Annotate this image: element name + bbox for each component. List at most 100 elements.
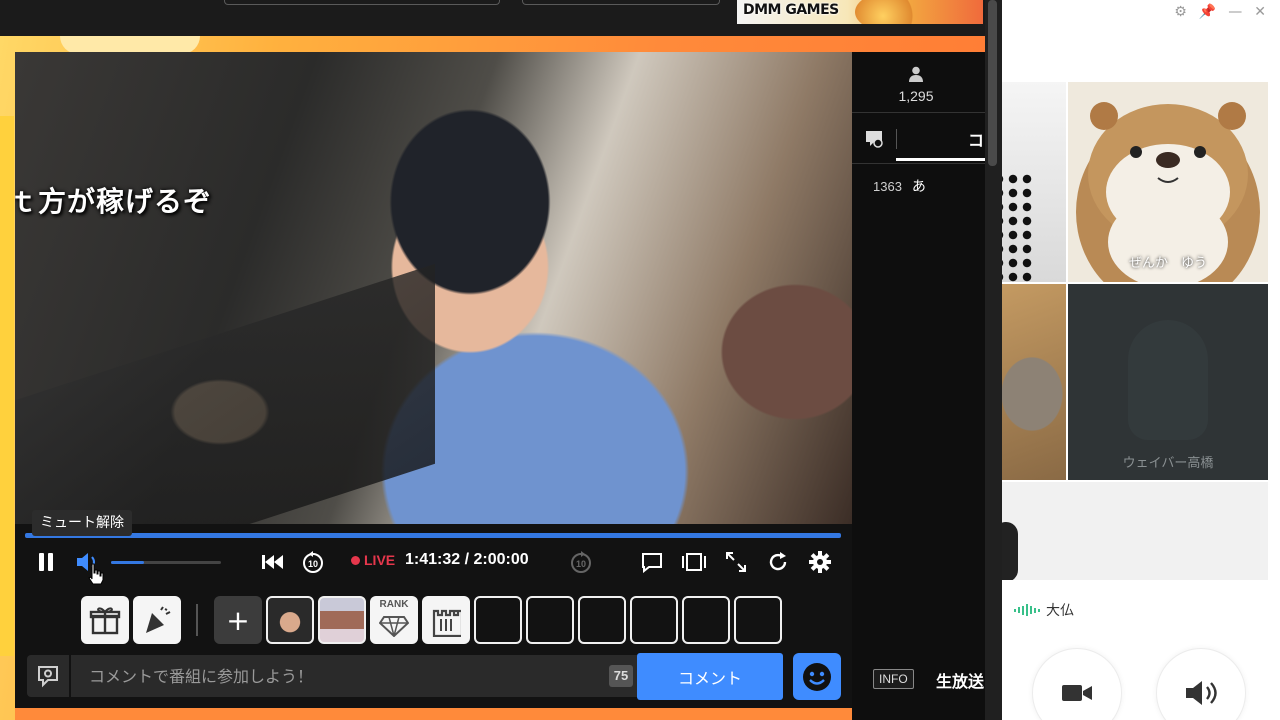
live-indicator: LIVE [351, 552, 395, 568]
comment-bar: 75 コメント [15, 652, 852, 708]
pin-icon[interactable]: 📌 [1199, 4, 1216, 20]
pause-icon [39, 553, 53, 571]
call-window-controls: ⚙ 📌 — ✕ [1174, 4, 1266, 20]
skip-back-icon [262, 555, 283, 569]
comment-side-panel: 1,295 コ 1363 あ INFO 生放送 [852, 52, 985, 720]
live-dot [351, 555, 360, 565]
svg-text:10: 10 [576, 559, 586, 569]
video-scene-table [15, 263, 435, 524]
speaker-toggle-button[interactable] [1156, 648, 1246, 720]
emoji-button[interactable] [793, 653, 841, 700]
participant-name: ウェイバー高橋 [1122, 456, 1214, 471]
participant-tile[interactable] [1002, 482, 1268, 580]
volume-slider[interactable] [111, 561, 221, 564]
active-speaker-name: 大仏 [1046, 603, 1074, 619]
speaker-icon [1186, 681, 1217, 705]
comment-input[interactable] [71, 655, 637, 697]
gear-icon[interactable]: ⚙ [1174, 4, 1187, 20]
add-item-button[interactable]: + [214, 596, 262, 644]
tab-comments[interactable]: コ [968, 127, 984, 151]
ad-artwork [855, 0, 925, 24]
pause-button[interactable] [33, 548, 59, 576]
viewer-count-value: 1,295 [898, 88, 934, 104]
castle-item-button[interactable] [422, 596, 470, 644]
tab-comment-settings[interactable] [864, 129, 884, 153]
comment-toggle-button[interactable] [639, 548, 665, 576]
char-count: 75 [609, 665, 633, 687]
reload-button[interactable] [765, 548, 791, 576]
settings-icon [809, 551, 831, 573]
minimize-icon[interactable]: — [1228, 4, 1242, 20]
fullscreen-button[interactable] [723, 548, 749, 576]
svg-text:10: 10 [308, 559, 318, 569]
participant-name: ぜんか ゆう [1128, 256, 1207, 271]
active-speaker: 大仏 [1014, 600, 1074, 620]
party-popper-icon [146, 606, 171, 633]
gift-button[interactable] [81, 596, 129, 644]
live-label: LIVE [364, 552, 396, 568]
banner-bottom-strip [15, 708, 852, 720]
empty-item-slot[interactable] [474, 596, 522, 644]
tab-divider [896, 129, 897, 149]
banner-decoration-left [0, 116, 14, 656]
playback-time: 1:41:32 / 2:00:00 [405, 551, 529, 568]
item-thumbnail[interactable] [318, 596, 366, 644]
top-bar: DMM GAMES [0, 0, 985, 36]
item-bar-divider [196, 604, 198, 636]
info-badge[interactable]: INFO [873, 669, 914, 689]
empty-item-slot[interactable] [734, 596, 782, 644]
skip-back-button[interactable] [259, 548, 285, 576]
forward-10-icon: 10 [571, 551, 591, 573]
theater-icon [682, 553, 706, 571]
empty-item-slot[interactable] [682, 596, 730, 644]
comment-submit-button[interactable]: コメント [637, 653, 783, 700]
gift-icon [89, 607, 121, 635]
comment-toggle-icon [642, 553, 662, 573]
ad-banner[interactable]: DMM GAMES [737, 0, 983, 24]
rank-label: RANK [379, 599, 409, 610]
comment-settings-icon [38, 666, 58, 688]
player-controls: ミュート解除 10 LIVE 1:41:32 / 2:00:00 10 [15, 510, 852, 586]
volume-slider-fill [111, 561, 144, 564]
seek-bar[interactable] [25, 533, 841, 538]
rewind-10-button[interactable]: 10 [300, 548, 326, 576]
settings-button[interactable] [807, 548, 833, 576]
top-input-field-left[interactable] [224, 0, 500, 5]
participant-tile[interactable]: ウェイバー高橋 [1068, 284, 1268, 480]
participant-tile[interactable] [1002, 82, 1066, 282]
diamond-icon [379, 616, 409, 637]
fullscreen-icon [726, 552, 746, 572]
participant-tile[interactable]: ぜんか ゆう [1068, 82, 1268, 282]
forward-10-button[interactable]: 10 [568, 548, 594, 576]
castle-icon [432, 609, 461, 637]
rank-button[interactable]: RANK [370, 596, 418, 644]
comment-number: 1363 [873, 179, 902, 194]
video-frame[interactable]: ｔ方が稼げるぞ [15, 52, 852, 524]
empty-item-slot[interactable] [630, 596, 678, 644]
item-thumbnail[interactable] [266, 596, 314, 644]
person-icon [909, 66, 923, 82]
camera-toggle-button[interactable] [1032, 648, 1122, 720]
call-panel: ⚙ 📌 — ✕ ぜんか ゆう ウェイバー高橋 大仏 [1002, 0, 1280, 720]
side-tabs: コ [852, 112, 985, 164]
theater-mode-button[interactable] [680, 548, 708, 576]
empty-item-slot[interactable] [526, 596, 574, 644]
ad-logo: DMM GAMES [743, 2, 839, 18]
audio-wave-icon [1014, 604, 1040, 616]
replay-10-icon: 10 [303, 551, 323, 573]
reload-icon [769, 552, 787, 571]
close-icon[interactable]: ✕ [1254, 4, 1266, 20]
empty-item-slot[interactable] [578, 596, 626, 644]
viewer-count: 1,295 [852, 66, 980, 104]
party-popper-button[interactable] [133, 596, 181, 644]
info-text[interactable]: 生放送 [936, 668, 984, 692]
scrollbar-thumb[interactable] [988, 0, 997, 166]
top-input-field-right[interactable] [522, 0, 720, 5]
participant-video [1002, 172, 1032, 282]
participant-video-placeholder [1128, 320, 1208, 440]
comment-row: 1363 あ [873, 176, 926, 196]
comment-settings-button[interactable] [27, 655, 69, 697]
participant-tile[interactable] [1002, 284, 1066, 480]
unmute-tooltip: ミュート解除 [32, 510, 132, 536]
page-scrollbar[interactable] [985, 0, 1002, 720]
